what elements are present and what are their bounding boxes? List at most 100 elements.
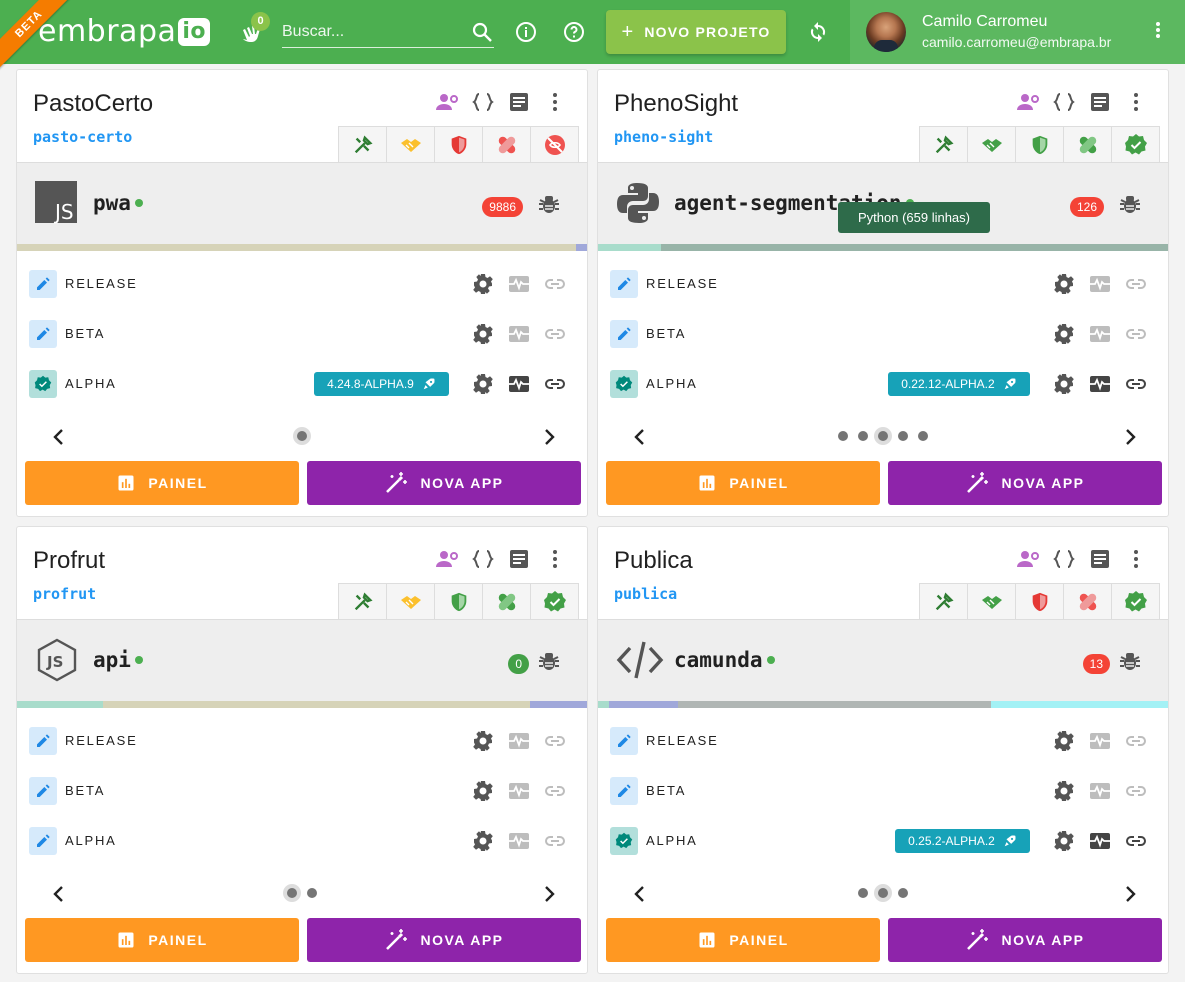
link-icon[interactable] [1124,322,1148,346]
nova-app-button[interactable]: NOVA APP [888,461,1162,505]
settings-icon[interactable] [471,829,495,853]
issues-count-badge[interactable]: 9886 [482,197,523,217]
monitor-heart-icon[interactable] [507,272,531,296]
article-icon[interactable] [1088,90,1112,114]
settings-icon[interactable] [471,729,495,753]
language-segment[interactable] [609,701,678,708]
shield-red-icon[interactable] [1015,583,1064,620]
link-icon[interactable] [1124,829,1148,853]
monitor-heart-icon[interactable] [507,729,531,753]
project-title[interactable]: Profrut [33,547,105,575]
settings-icon[interactable] [1052,779,1076,803]
project-title[interactable]: Publica [614,547,693,575]
article-icon[interactable] [1088,547,1112,571]
tools-icon[interactable] [338,583,387,620]
article-icon[interactable] [507,547,531,571]
search-input[interactable] [282,23,462,41]
link-icon[interactable] [1124,372,1148,396]
carousel-dot[interactable] [878,888,888,898]
bandage-green-icon[interactable] [482,583,531,620]
verified-icon[interactable] [29,370,57,398]
user-avatar[interactable] [866,12,906,52]
painel-button[interactable]: PAINEL [606,461,880,505]
settings-icon[interactable] [471,779,495,803]
settings-icon[interactable] [471,322,495,346]
link-icon[interactable] [543,829,567,853]
more-vert-icon[interactable] [543,547,567,571]
monitor-heart-icon[interactable] [1088,729,1112,753]
project-title[interactable]: PastoCerto [33,90,153,118]
person-gear-icon[interactable] [435,547,459,571]
carousel-dot[interactable] [878,431,888,441]
edit-icon[interactable] [29,727,57,755]
carousel-dot[interactable] [858,431,868,441]
monitor-heart-icon[interactable] [1088,829,1112,853]
monitor-heart-icon[interactable] [1088,779,1112,803]
link-icon[interactable] [543,729,567,753]
settings-icon[interactable] [1052,272,1076,296]
language-segment[interactable] [102,701,530,708]
bug-icon[interactable] [1118,650,1142,679]
braces-icon[interactable] [471,547,495,571]
bandage-red-icon[interactable] [1063,583,1112,620]
monitor-heart-icon[interactable] [507,372,531,396]
tools-icon[interactable] [338,126,387,163]
project-slug[interactable]: pheno-sight [614,128,713,146]
link-icon[interactable] [543,322,567,346]
issues-count-badge[interactable]: 0 [508,654,529,674]
edit-icon[interactable] [610,777,638,805]
edit-icon[interactable] [29,270,57,298]
app-name-container[interactable]: pwa [93,191,143,215]
handshake-green-icon[interactable] [967,583,1016,620]
settings-icon[interactable] [1052,372,1076,396]
carousel-dot[interactable] [307,888,317,898]
user-panel[interactable]: Camilo Carromeu camilo.carromeu@embrapa.… [850,0,1185,64]
project-title[interactable]: PhenoSight [614,90,738,118]
language-segment[interactable] [677,701,992,708]
chevron-right-icon[interactable] [537,425,561,454]
handshake-icon[interactable] [386,583,435,620]
monitor-heart-icon[interactable] [1088,322,1112,346]
chevron-right-icon[interactable] [1118,882,1142,911]
settings-icon[interactable] [1052,322,1076,346]
shield-red-icon[interactable] [434,126,483,163]
settings-icon[interactable] [1052,729,1076,753]
braces-icon[interactable] [1052,547,1076,571]
edit-icon[interactable] [610,320,638,348]
handshake-icon[interactable] [386,126,435,163]
version-chip[interactable]: 4.24.8-ALPHA.9 [314,372,449,396]
painel-button[interactable]: PAINEL [25,918,299,962]
edit-icon[interactable] [29,827,57,855]
language-segment[interactable] [598,244,661,251]
language-segment[interactable] [991,701,1169,708]
tools-icon[interactable] [919,126,968,163]
link-icon[interactable] [1124,729,1148,753]
version-chip[interactable]: 0.22.12-ALPHA.2 [888,372,1030,396]
carousel-dot[interactable] [858,888,868,898]
language-segment[interactable] [17,701,103,708]
painel-button[interactable]: PAINEL [25,461,299,505]
nova-app-button[interactable]: NOVA APP [307,918,581,962]
language-segment[interactable] [575,244,587,251]
app-logo[interactable]: embrapa io [38,14,211,50]
settings-icon[interactable] [1052,829,1076,853]
bandage-red-icon[interactable] [482,126,531,163]
project-slug[interactable]: publica [614,585,677,603]
search-icon[interactable] [470,20,494,49]
settings-icon[interactable] [471,372,495,396]
carousel-dot[interactable] [297,431,307,441]
bug-icon[interactable] [537,193,561,222]
bug-icon[interactable] [1118,193,1142,222]
chevron-right-icon[interactable] [1118,425,1142,454]
language-segment[interactable] [660,244,1168,251]
more-vert-icon[interactable] [543,90,567,114]
article-icon[interactable] [507,90,531,114]
bug-icon[interactable] [537,650,561,679]
more-vert-icon[interactable] [1124,90,1148,114]
app-name-container[interactable]: camunda [674,648,775,672]
project-slug[interactable]: pasto-certo [33,128,132,146]
link-icon[interactable] [543,272,567,296]
link-icon[interactable] [1124,272,1148,296]
sync-icon[interactable] [804,18,832,46]
settings-icon[interactable] [471,272,495,296]
